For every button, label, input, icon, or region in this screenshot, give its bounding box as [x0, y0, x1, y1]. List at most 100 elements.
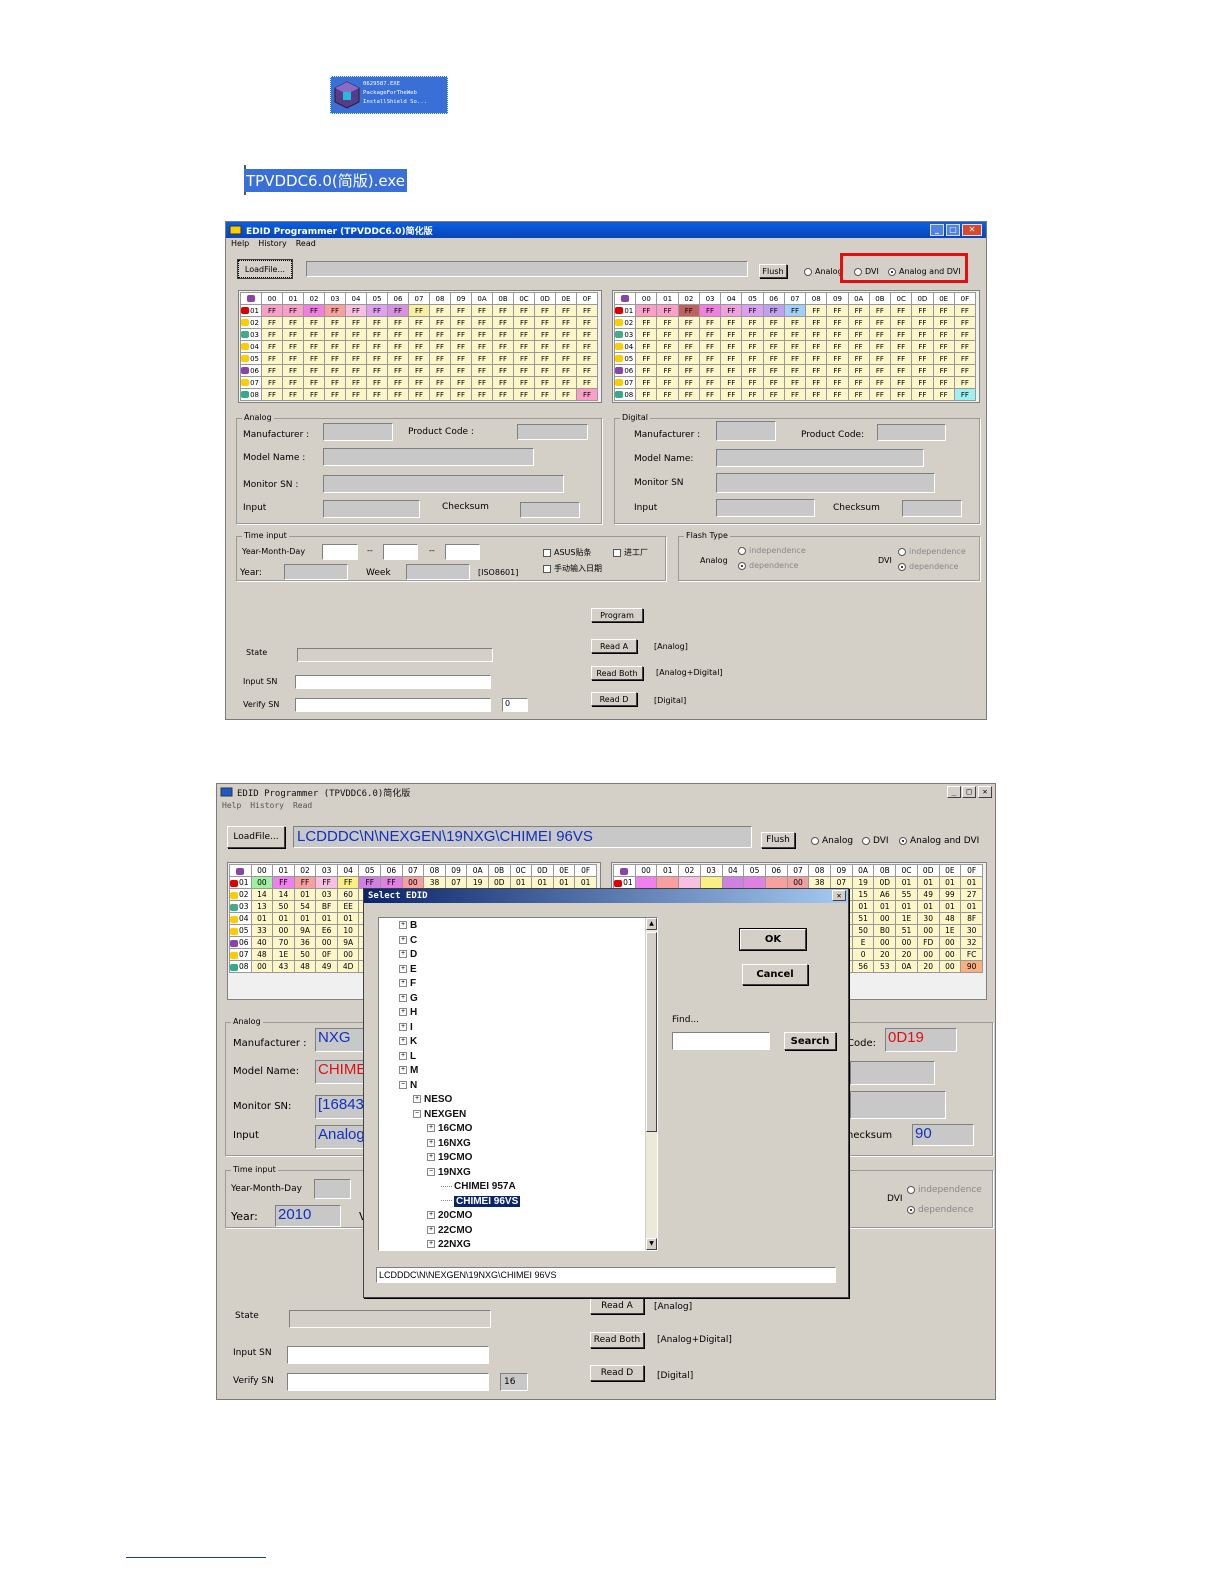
grid-cell[interactable]: FF	[387, 340, 409, 353]
grid-cell[interactable]: 0	[851, 948, 875, 961]
tree-node-chimei-957a[interactable]: CHIMEI 957A	[441, 1181, 516, 1192]
product-code-field-2[interactable]: 0D19	[885, 1028, 957, 1052]
digital-input-field[interactable]	[716, 499, 815, 517]
grid-cell[interactable]: EE	[336, 900, 360, 913]
grid-cell[interactable]: FF	[576, 388, 598, 401]
grid-cell[interactable]	[743, 876, 766, 889]
grid-cell[interactable]: 01	[916, 876, 940, 889]
grid-cell[interactable]: FF	[555, 340, 577, 353]
grid-cell[interactable]: 0A	[895, 960, 918, 973]
tree-node-nexgen-child[interactable]: +19CMO	[427, 1152, 472, 1163]
grid-cell[interactable]: FF	[345, 340, 367, 353]
grid-cell[interactable]: FF	[868, 304, 892, 317]
grid-cell[interactable]: FF	[345, 364, 367, 377]
installer-file-icon[interactable]: 0629587.EXE PackageForTheWeb InstallShie…	[330, 76, 448, 114]
grid-cell[interactable]: FF	[847, 388, 870, 401]
tree-node-nexgen-child[interactable]: −19NXG	[427, 1167, 471, 1178]
tree-node-letter[interactable]: + C	[399, 935, 417, 946]
grid-cell[interactable]: FF	[471, 352, 493, 365]
grid-cell[interactable]	[764, 876, 788, 889]
grid-cell[interactable]: FF	[429, 388, 451, 401]
grid-cell[interactable]: FF	[783, 340, 807, 353]
collapse-icon[interactable]: −	[399, 1080, 407, 1089]
grid-cell[interactable]: FF	[762, 316, 785, 329]
grid-cell[interactable]: 01	[336, 912, 360, 925]
grid-cell[interactable]: FF	[345, 328, 367, 341]
grid-cell[interactable]: FF	[324, 376, 346, 389]
grid-cell[interactable]: FF	[677, 340, 700, 353]
minimize-button-2[interactable]: _	[947, 786, 961, 798]
grid-cell[interactable]: 01	[293, 888, 317, 901]
grid-cell[interactable]: FF	[953, 340, 977, 353]
grid-cell[interactable]: FF	[513, 304, 535, 317]
grid-cell[interactable]: 40	[250, 936, 274, 949]
grid-cell[interactable]: FF	[471, 364, 493, 377]
grid-cell[interactable]: FF	[324, 316, 346, 329]
expand-icon[interactable]: +	[413, 1095, 421, 1104]
grid-cell[interactable]: FF	[826, 364, 849, 377]
analog-monitor-sn-field-2[interactable]: [16843	[315, 1095, 367, 1119]
grid-cell[interactable]: FF	[366, 376, 388, 389]
grid-cell[interactable]: FF	[762, 328, 785, 341]
grid-cell[interactable]: BF	[315, 900, 338, 913]
grid-cell[interactable]: FF	[408, 340, 430, 353]
grid-cell[interactable]: FF	[890, 340, 913, 353]
expand-icon[interactable]: +	[399, 1066, 407, 1075]
grid-cell[interactable]: 07	[830, 876, 853, 889]
grid-cell[interactable]: FF	[492, 316, 514, 329]
flush-button[interactable]: Flush	[759, 264, 787, 278]
grid-cell[interactable]: FF	[471, 328, 493, 341]
grid-cell[interactable]: 15	[851, 888, 875, 901]
grid-cell[interactable]: 19	[851, 876, 875, 889]
year-value-field-2[interactable]: 2010	[275, 1205, 341, 1227]
grid-cell[interactable]: 00	[873, 936, 897, 949]
grid-cell[interactable]: FF	[635, 304, 658, 317]
grid-cell[interactable]: FF	[826, 328, 849, 341]
grid-cell[interactable]: FF	[261, 376, 283, 389]
grid-cell[interactable]: FF	[890, 364, 913, 377]
grid-cell[interactable]: FF	[513, 328, 535, 341]
grid-cell[interactable]: FF	[805, 388, 828, 401]
grid-cell[interactable]: FF	[847, 316, 870, 329]
grid-cell[interactable]: 50	[851, 924, 875, 937]
grid-cell[interactable]: FF	[387, 304, 409, 317]
expand-icon[interactable]: +	[399, 921, 407, 930]
grid-cell[interactable]: FF	[387, 352, 409, 365]
grid-cell[interactable]: FF	[890, 316, 913, 329]
grid-cell[interactable]: FF	[847, 328, 870, 341]
grid-cell[interactable]: FF	[741, 340, 764, 353]
grid-cell[interactable]: FF	[953, 352, 977, 365]
grid-cell[interactable]: 00	[315, 936, 338, 949]
grid-cell[interactable]: FF	[932, 328, 955, 341]
grid-cell[interactable]: 01	[272, 912, 295, 925]
grid-cell[interactable]: FF	[890, 352, 913, 365]
grid-cell[interactable]: FF	[534, 304, 556, 317]
grid-cell[interactable]: FF	[492, 364, 514, 377]
maximize-button[interactable]: □	[946, 224, 960, 236]
grid-cell[interactable]: FF	[429, 340, 451, 353]
digital-monitor-sn-field-2[interactable]	[850, 1091, 946, 1119]
load-file-button-2[interactable]: LoadFile...	[227, 826, 285, 848]
asus-checkbox[interactable]: ASUS贴条	[543, 547, 591, 558]
grid-cell[interactable]	[634, 876, 658, 889]
flash-dvi-independence-2[interactable]: independence	[907, 1185, 982, 1195]
grid-cell[interactable]: FF	[380, 876, 403, 889]
tree-node-nexgen-child[interactable]: +16NXG	[427, 1138, 471, 1149]
grid-cell[interactable]: 01	[851, 900, 875, 913]
grid-cell[interactable]: FF	[868, 388, 892, 401]
grid-cell[interactable]: FD	[916, 936, 940, 949]
grid-cell[interactable]: 14	[272, 888, 295, 901]
grid-cell[interactable]: FF	[492, 340, 514, 353]
dialog-close-button[interactable]: ✕	[832, 890, 846, 901]
grid-cell[interactable]: FF	[762, 388, 785, 401]
grid-cell[interactable]: FF	[911, 352, 934, 365]
grid-cell[interactable]: FF	[450, 304, 472, 317]
grid-cell[interactable]: FF	[261, 364, 283, 377]
grid-cell[interactable]: 1E	[938, 924, 962, 937]
menu-read-2[interactable]: Read	[293, 801, 312, 813]
grid-cell[interactable]: FF	[576, 316, 598, 329]
grid-cell[interactable]: FF	[303, 388, 325, 401]
grid-cell[interactable]: FF	[698, 364, 722, 377]
radio-dvi-2[interactable]: DVI	[862, 836, 889, 846]
menu-help-2[interactable]: Help	[222, 801, 241, 813]
